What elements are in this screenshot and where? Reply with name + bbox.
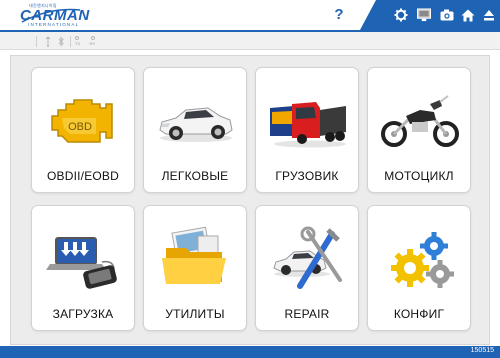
tile-passenger-car[interactable]: ЛЕГКОВЫЕ <box>143 67 247 193</box>
tile-label-passenger-car: ЛЕГКОВЫЕ <box>161 169 229 183</box>
tx-label: TX <box>75 41 81 46</box>
engine-obd-icon: OBD <box>51 99 113 143</box>
tile-label-truck: ГРУЗОВИК <box>275 169 339 183</box>
rx-led <box>91 36 95 40</box>
tile-label-repair: REPAIR <box>284 307 330 321</box>
gear-icon[interactable] <box>394 8 408 22</box>
tile-label-config: КОНФИГ <box>393 307 445 321</box>
truck-icon <box>270 102 346 148</box>
version-code: 150515 <box>470 347 494 354</box>
tile-obd[interactable]: OBD OBDII/EOBD <box>31 67 135 193</box>
tx-rx-indicator-icon: TX RX <box>75 35 95 47</box>
status-divider <box>70 36 71 47</box>
monitor-icon[interactable] <box>417 8 431 22</box>
main-menu-panel: OBD OBDII/EOBD ЛЕГКОВЫЕ ГРУЗОВИК МОТОЦИК… <box>10 55 490 345</box>
footer-bar: 150515 <box>0 346 500 358</box>
gears-icon <box>391 232 454 288</box>
home-icon[interactable] <box>461 8 475 22</box>
tile-config[interactable]: КОНФИГ <box>367 205 471 331</box>
download-laptop-icon <box>46 237 117 289</box>
tile-motorcycle[interactable]: МОТОЦИКЛ <box>367 67 471 193</box>
tile-label-utilities: УТИЛИТЫ <box>165 307 225 321</box>
tile-label-download: ЗАГРУЗКА <box>52 307 114 321</box>
tile-download[interactable]: ЗАГРУЗКА <box>31 205 135 331</box>
status-divider <box>36 36 37 47</box>
tile-truck[interactable]: ГРУЗОВИК <box>255 67 359 193</box>
connection-status-bar: TX RX <box>0 30 500 50</box>
tile-repair[interactable]: REPAIR <box>255 205 359 331</box>
passenger-car-icon <box>159 107 233 142</box>
toolbar <box>360 0 500 30</box>
tile-label-motorcycle: МОТОЦИКЛ <box>384 169 454 183</box>
app-header: 대진엔지니어링 CARMAN INTERNATIONAL ? <box>0 0 500 30</box>
rx-label: RX <box>89 41 95 46</box>
tile-label-obd: OBDII/EOBD <box>46 169 119 183</box>
bluetooth-icon <box>57 35 65 47</box>
motorcycle-icon <box>381 95 459 147</box>
tx-led <box>75 36 79 40</box>
help-button[interactable]: ? <box>332 6 346 24</box>
usb-icon <box>44 35 52 47</box>
logo-subtitle: INTERNATIONAL <box>28 22 80 27</box>
tile-utilities[interactable]: УТИЛИТЫ <box>143 205 247 331</box>
repair-tools-icon <box>273 226 342 289</box>
carman-logo: 대진엔지니어링 CARMAN INTERNATIONAL <box>20 3 89 27</box>
camera-icon[interactable] <box>440 8 454 22</box>
obd-icon-text: OBD <box>68 121 92 133</box>
eject-icon[interactable] <box>482 8 496 22</box>
folder-icon <box>162 226 226 284</box>
